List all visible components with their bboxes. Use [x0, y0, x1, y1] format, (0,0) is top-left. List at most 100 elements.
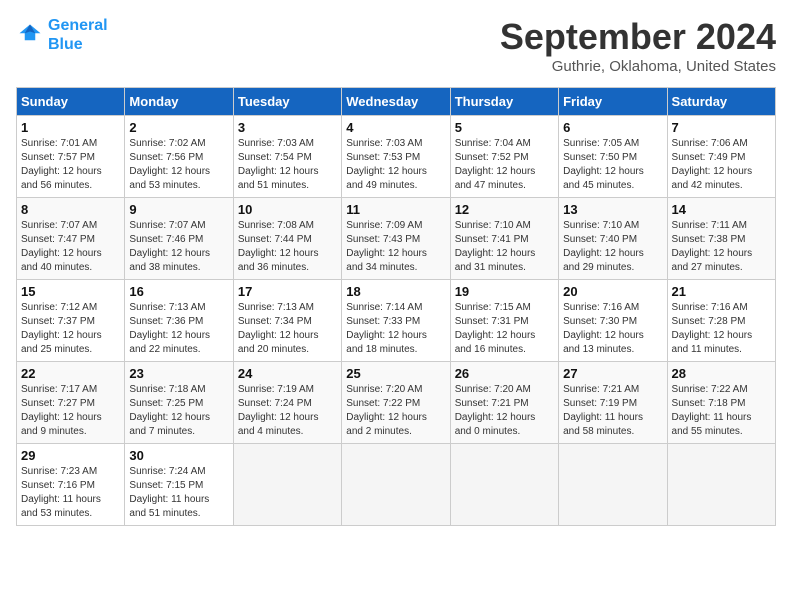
day-info: Sunrise: 7:04 AM Sunset: 7:52 PM Dayligh…	[455, 137, 554, 193]
day-info: Sunrise: 7:19 AM Sunset: 7:24 PM Dayligh…	[238, 383, 337, 439]
day-info: Sunrise: 7:03 AM Sunset: 7:54 PM Dayligh…	[238, 137, 337, 193]
day-number: 13	[563, 202, 662, 217]
day-info: Sunrise: 7:07 AM Sunset: 7:46 PM Dayligh…	[129, 219, 228, 275]
day-info: Sunrise: 7:20 AM Sunset: 7:21 PM Dayligh…	[455, 383, 554, 439]
day-cell-14: 14Sunrise: 7:11 AM Sunset: 7:38 PM Dayli…	[667, 198, 775, 280]
week-row-2: 8 Sunrise: 7:07 AM Sunset: 7:47 PM Daylig…	[17, 198, 776, 280]
day-number: 27	[563, 366, 662, 381]
day-info: Sunrise: 7:01 AM Sunset: 7:57 PM Dayligh…	[21, 137, 120, 193]
day-cell-30: 30 Sunrise: 7:24 AM Sunset: 7:15 PM Dayli…	[125, 444, 233, 526]
empty-cell	[233, 444, 341, 526]
day-number: 5	[455, 120, 554, 135]
day-cell-12: 12 Sunrise: 7:10 AM Sunset: 7:41 PM Dayli…	[450, 198, 558, 280]
weekday-header-wednesday: Wednesday	[342, 88, 450, 116]
day-cell-11: 11 Sunrise: 7:09 AM Sunset: 7:43 PM Dayli…	[342, 198, 450, 280]
day-cell-23: 23 Sunrise: 7:18 AM Sunset: 7:25 PM Dayli…	[125, 362, 233, 444]
day-info: Sunrise: 7:14 AM Sunset: 7:33 PM Dayligh…	[346, 301, 445, 357]
day-info: Sunrise: 7:16 AM Sunset: 7:28 PM Dayligh…	[672, 301, 771, 357]
day-number: 29	[21, 448, 120, 463]
day-info: Sunrise: 7:02 AM Sunset: 7:56 PM Dayligh…	[129, 137, 228, 193]
weekday-header-thursday: Thursday	[450, 88, 558, 116]
day-number: 28	[672, 366, 771, 381]
day-info: Sunrise: 7:22 AM Sunset: 7:18 PM Dayligh…	[672, 383, 771, 439]
day-number: 15	[21, 284, 120, 299]
day-info: Sunrise: 7:24 AM Sunset: 7:15 PM Dayligh…	[129, 465, 228, 521]
week-row-3: 15Sunrise: 7:12 AM Sunset: 7:37 PM Dayli…	[17, 280, 776, 362]
day-cell-24: 24Sunrise: 7:19 AM Sunset: 7:24 PM Dayli…	[233, 362, 341, 444]
location: Guthrie, Oklahoma, United States	[500, 58, 776, 75]
logo: General Blue	[16, 16, 108, 54]
weekday-header-row: SundayMondayTuesdayWednesdayThursdayFrid…	[17, 88, 776, 116]
day-info: Sunrise: 7:10 AM Sunset: 7:40 PM Dayligh…	[563, 219, 662, 275]
logo-text: General Blue	[48, 16, 108, 54]
day-cell-20: 20 Sunrise: 7:16 AM Sunset: 7:30 PM Dayli…	[559, 280, 667, 362]
day-cell-3: 3 Sunrise: 7:03 AM Sunset: 7:54 PM Daylig…	[233, 116, 341, 198]
empty-cell	[342, 444, 450, 526]
day-number: 25	[346, 366, 445, 381]
day-info: Sunrise: 7:23 AM Sunset: 7:16 PM Dayligh…	[21, 465, 120, 521]
day-cell-7: 7 Sunrise: 7:06 AM Sunset: 7:49 PM Daylig…	[667, 116, 775, 198]
day-cell-5: 5 Sunrise: 7:04 AM Sunset: 7:52 PM Daylig…	[450, 116, 558, 198]
day-number: 30	[129, 448, 228, 463]
day-info: Sunrise: 7:16 AM Sunset: 7:30 PM Dayligh…	[563, 301, 662, 357]
day-cell-27: 27 Sunrise: 7:21 AM Sunset: 7:19 PM Dayli…	[559, 362, 667, 444]
day-info: Sunrise: 7:13 AM Sunset: 7:36 PM Dayligh…	[129, 301, 228, 357]
day-number: 17	[238, 284, 337, 299]
day-cell-1: 1 Sunrise: 7:01 AM Sunset: 7:57 PM Daylig…	[17, 116, 125, 198]
day-cell-17: 17 Sunrise: 7:13 AM Sunset: 7:34 PM Dayli…	[233, 280, 341, 362]
day-cell-8: 8 Sunrise: 7:07 AM Sunset: 7:47 PM Daylig…	[17, 198, 125, 280]
page-header: General Blue September 2024 Guthrie, Okl…	[16, 16, 776, 75]
day-cell-28: 28 Sunrise: 7:22 AM Sunset: 7:18 PM Dayli…	[667, 362, 775, 444]
day-number: 3	[238, 120, 337, 135]
day-cell-6: 6 Sunrise: 7:05 AM Sunset: 7:50 PM Daylig…	[559, 116, 667, 198]
day-cell-10: 10Sunrise: 7:08 AM Sunset: 7:44 PM Dayli…	[233, 198, 341, 280]
day-cell-22: 22Sunrise: 7:17 AM Sunset: 7:27 PM Dayli…	[17, 362, 125, 444]
day-number: 19	[455, 284, 554, 299]
day-info: Sunrise: 7:06 AM Sunset: 7:49 PM Dayligh…	[672, 137, 771, 193]
day-cell-19: 19 Sunrise: 7:15 AM Sunset: 7:31 PM Dayli…	[450, 280, 558, 362]
empty-cell	[559, 444, 667, 526]
day-number: 21	[672, 284, 771, 299]
day-number: 14	[672, 202, 771, 217]
day-number: 8	[21, 202, 120, 217]
day-info: Sunrise: 7:21 AM Sunset: 7:19 PM Dayligh…	[563, 383, 662, 439]
day-number: 9	[129, 202, 228, 217]
day-number: 7	[672, 120, 771, 135]
day-number: 12	[455, 202, 554, 217]
weekday-header-saturday: Saturday	[667, 88, 775, 116]
day-info: Sunrise: 7:07 AM Sunset: 7:47 PM Dayligh…	[21, 219, 120, 275]
day-cell-21: 21 Sunrise: 7:16 AM Sunset: 7:28 PM Dayli…	[667, 280, 775, 362]
day-info: Sunrise: 7:10 AM Sunset: 7:41 PM Dayligh…	[455, 219, 554, 275]
weekday-header-sunday: Sunday	[17, 88, 125, 116]
day-info: Sunrise: 7:08 AM Sunset: 7:44 PM Dayligh…	[238, 219, 337, 275]
day-cell-16: 16Sunrise: 7:13 AM Sunset: 7:36 PM Dayli…	[125, 280, 233, 362]
day-info: Sunrise: 7:13 AM Sunset: 7:34 PM Dayligh…	[238, 301, 337, 357]
day-number: 22	[21, 366, 120, 381]
week-row-5: 29 Sunrise: 7:23 AM Sunset: 7:16 PM Dayli…	[17, 444, 776, 526]
day-info: Sunrise: 7:20 AM Sunset: 7:22 PM Dayligh…	[346, 383, 445, 439]
day-info: Sunrise: 7:15 AM Sunset: 7:31 PM Dayligh…	[455, 301, 554, 357]
day-cell-26: 26 Sunrise: 7:20 AM Sunset: 7:21 PM Dayli…	[450, 362, 558, 444]
day-cell-2: 2 Sunrise: 7:02 AM Sunset: 7:56 PM Daylig…	[125, 116, 233, 198]
day-number: 6	[563, 120, 662, 135]
day-number: 26	[455, 366, 554, 381]
day-info: Sunrise: 7:03 AM Sunset: 7:53 PM Dayligh…	[346, 137, 445, 193]
day-number: 23	[129, 366, 228, 381]
logo-bird-icon	[16, 21, 44, 49]
day-number: 2	[129, 120, 228, 135]
day-info: Sunrise: 7:05 AM Sunset: 7:50 PM Dayligh…	[563, 137, 662, 193]
day-number: 11	[346, 202, 445, 217]
day-cell-25: 25 Sunrise: 7:20 AM Sunset: 7:22 PM Dayli…	[342, 362, 450, 444]
day-info: Sunrise: 7:09 AM Sunset: 7:43 PM Dayligh…	[346, 219, 445, 275]
day-info: Sunrise: 7:18 AM Sunset: 7:25 PM Dayligh…	[129, 383, 228, 439]
day-number: 20	[563, 284, 662, 299]
weekday-header-friday: Friday	[559, 88, 667, 116]
week-row-1: 1 Sunrise: 7:01 AM Sunset: 7:57 PM Daylig…	[17, 116, 776, 198]
calendar-table: SundayMondayTuesdayWednesdayThursdayFrid…	[16, 87, 776, 526]
day-cell-13: 13 Sunrise: 7:10 AM Sunset: 7:40 PM Dayli…	[559, 198, 667, 280]
day-number: 1	[21, 120, 120, 135]
day-cell-4: 4Sunrise: 7:03 AM Sunset: 7:53 PM Daylig…	[342, 116, 450, 198]
weekday-header-tuesday: Tuesday	[233, 88, 341, 116]
empty-cell	[667, 444, 775, 526]
title-area: September 2024 Guthrie, Oklahoma, United…	[500, 16, 776, 75]
